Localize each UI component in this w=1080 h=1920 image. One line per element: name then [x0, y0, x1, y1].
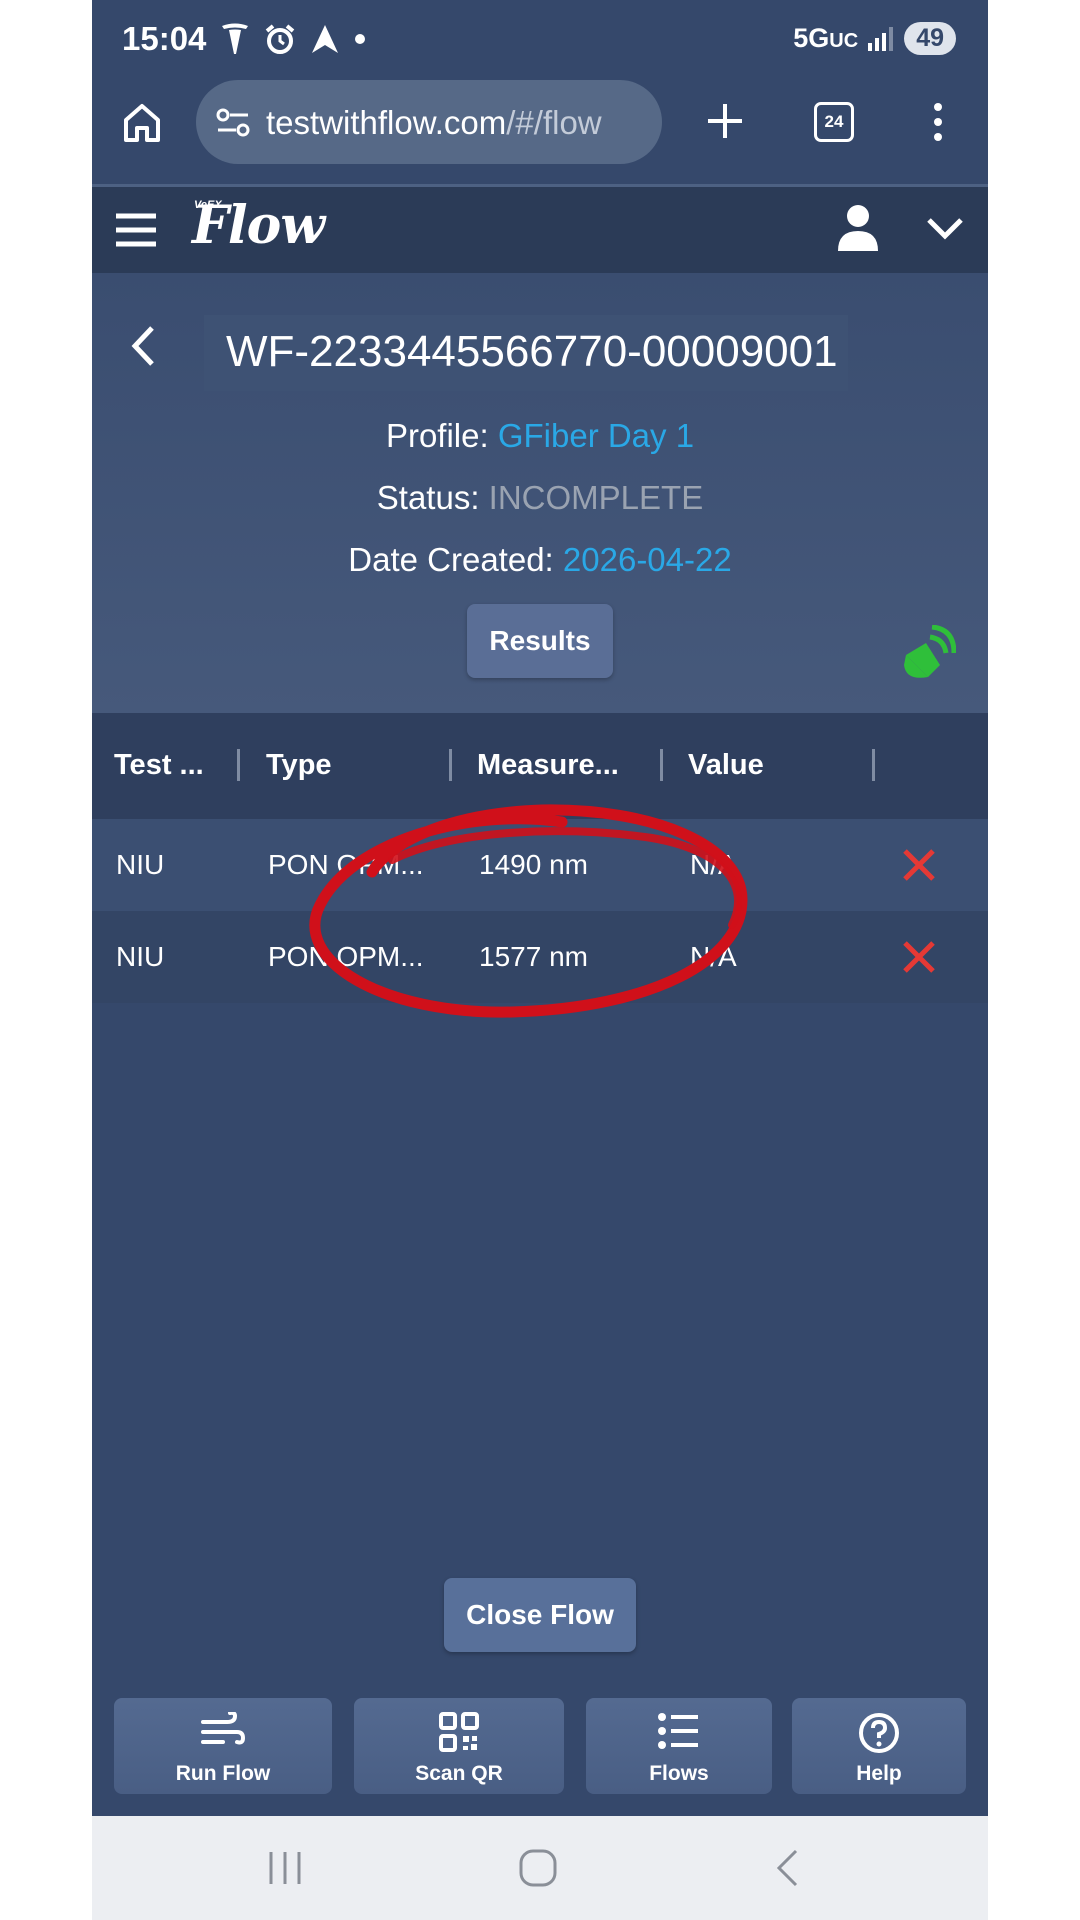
hamburger-menu-icon[interactable]	[116, 213, 156, 247]
battery-indicator: 49	[904, 22, 956, 55]
address-bar[interactable]: testwithflow.com/#/flow	[196, 80, 662, 164]
flows-label: Flows	[649, 1762, 709, 1785]
status-icons	[220, 20, 366, 58]
app-header: VeEX Flow	[92, 187, 988, 273]
profile-value[interactable]: GFiber Day 1	[498, 417, 694, 454]
profile-label: Profile:	[385, 417, 489, 454]
tab-switcher-button[interactable]: 24	[814, 102, 854, 142]
column-resize-handle[interactable]	[660, 749, 663, 781]
tesla-icon	[222, 23, 248, 54]
date-created-line: Date Created: 2026-04-22	[92, 541, 988, 579]
run-flow-label: Run Flow	[175, 1762, 271, 1785]
user-icon[interactable]	[836, 203, 880, 251]
home-button-icon[interactable]	[518, 1848, 558, 1888]
date-created-label: Date Created:	[348, 541, 554, 578]
column-header-value[interactable]: Value	[688, 749, 764, 782]
cell-type: PON OPM...	[268, 941, 424, 972]
browser-menu-icon[interactable]	[932, 102, 944, 142]
column-header-type[interactable]: Type	[266, 749, 332, 782]
scan-qr-button[interactable]: Scan QR	[354, 1698, 564, 1794]
column-resize-handle[interactable]	[872, 749, 875, 781]
flow-id-box: WF-2233445566770-00009001	[204, 315, 848, 391]
help-button[interactable]: Help	[792, 1698, 966, 1794]
fail-x-icon	[903, 941, 935, 973]
cell-measure: 1490 nm	[479, 849, 588, 880]
status-time: 15:04	[122, 20, 207, 57]
run-flow-button[interactable]: Run Flow	[114, 1698, 332, 1794]
profile-line: Profile: GFiber Day 1	[92, 417, 988, 455]
scan-qr-label: Scan QR	[415, 1762, 503, 1785]
site-settings-icon[interactable]	[216, 108, 250, 138]
recent-apps-icon[interactable]	[268, 1850, 302, 1886]
navigation-icon	[312, 25, 338, 53]
flow-logo: Flow	[192, 195, 325, 256]
results-table-header: Test ... Type Measure... Value	[92, 713, 988, 819]
flow-id: WF-2233445566770-00009001	[226, 327, 838, 376]
status-bar: 15:04 5GUC 49	[92, 0, 988, 78]
wind-icon	[201, 1712, 245, 1745]
status-line: Status: INCOMPLETE	[92, 479, 988, 517]
help-label: Help	[856, 1762, 902, 1785]
help-circle-icon	[859, 1713, 899, 1753]
qr-code-icon	[439, 1712, 479, 1752]
network-type: 5GUC	[793, 23, 859, 53]
cell-type: PON OPM...	[268, 849, 424, 880]
system-navigation-bar	[92, 1816, 988, 1920]
flows-button[interactable]: Flows	[586, 1698, 772, 1794]
chevron-down-icon[interactable]	[926, 217, 964, 241]
tab-count: 24	[824, 112, 844, 131]
cell-value: N/A	[690, 849, 737, 880]
back-arrow-icon[interactable]	[130, 325, 156, 367]
results-button[interactable]: Results	[467, 604, 613, 678]
cell-measure: 1577 nm	[479, 941, 588, 972]
browser-toolbar: testwithflow.com/#/flow 24	[92, 78, 988, 184]
column-resize-handle[interactable]	[237, 749, 240, 781]
new-tab-icon[interactable]	[706, 102, 744, 140]
url-text[interactable]: testwithflow.com/#/flow	[266, 104, 646, 142]
status-right: 5GUC 49	[793, 22, 956, 55]
status-label: Status:	[376, 479, 480, 516]
column-header-measure[interactable]: Measure...	[477, 749, 619, 782]
list-icon	[658, 1713, 698, 1749]
satellite-connected-icon	[904, 625, 956, 678]
cell-test: NIU	[116, 849, 165, 880]
date-created-value: 2026-04-22	[562, 541, 732, 578]
notification-dot-icon	[355, 34, 365, 44]
home-icon[interactable]	[122, 102, 162, 144]
cell-value: N/A	[690, 941, 737, 972]
back-button-icon[interactable]	[774, 1848, 800, 1888]
table-row[interactable]: NIU PON OPM... 1490 nm N/A	[92, 819, 988, 911]
column-resize-handle[interactable]	[449, 749, 452, 781]
flow-info-section: WF-2233445566770-00009001 Profile: GFibe…	[92, 273, 988, 713]
alarm-icon	[265, 24, 295, 54]
signal-icon	[868, 26, 894, 51]
fail-x-icon	[903, 849, 935, 881]
column-header-test[interactable]: Test ...	[114, 749, 204, 782]
close-flow-button[interactable]: Close Flow	[444, 1578, 636, 1652]
status-value: INCOMPLETE	[488, 479, 704, 516]
cell-test: NIU	[116, 941, 165, 972]
table-row[interactable]: NIU PON OPM... 1577 nm N/A	[92, 911, 988, 1003]
phone-screen: 15:04 5GUC 49 testwithflow.com/#/flow 24…	[92, 0, 988, 1920]
